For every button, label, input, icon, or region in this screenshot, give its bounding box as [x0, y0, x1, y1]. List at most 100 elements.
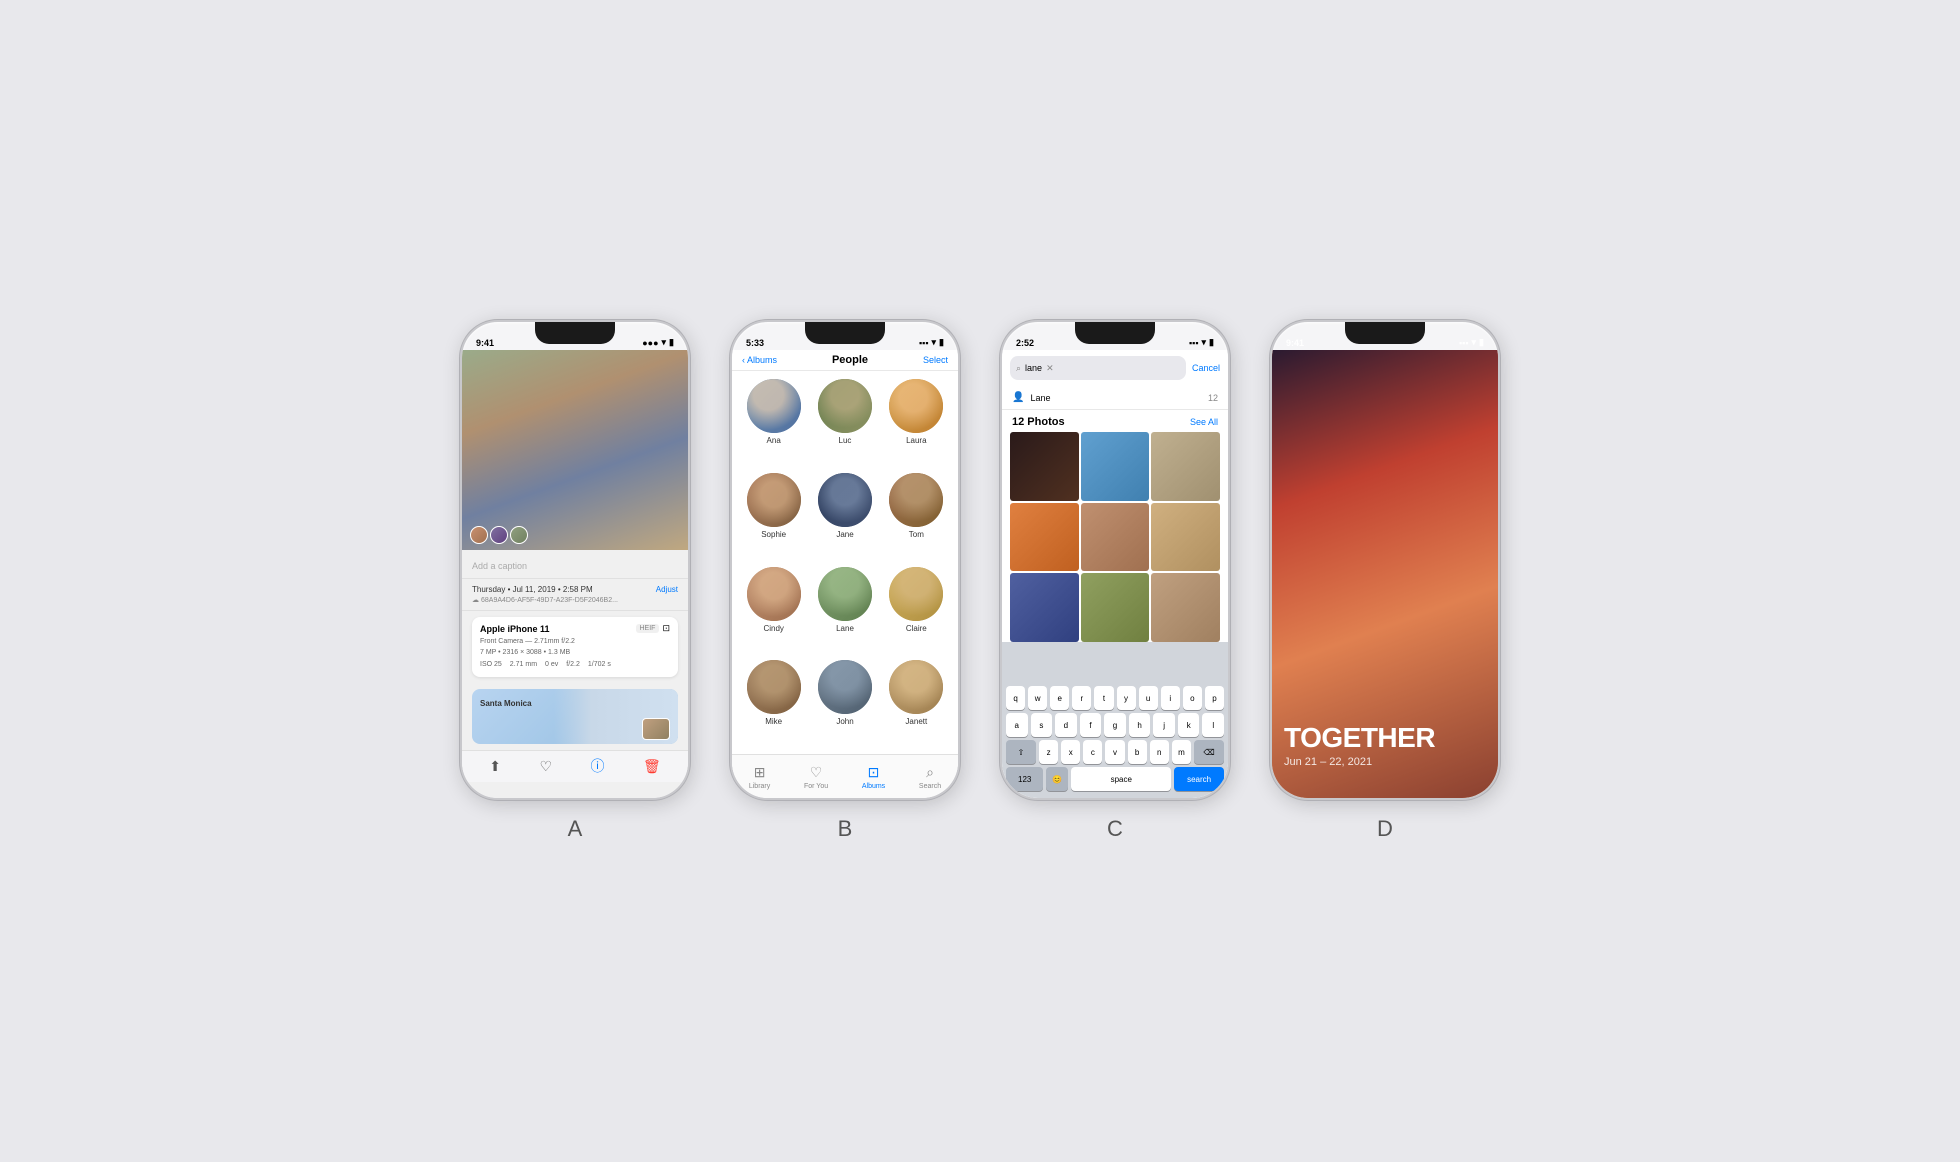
key-r[interactable]: r	[1072, 686, 1091, 710]
key-c[interactable]: c	[1083, 740, 1102, 764]
person-tom[interactable]: Tom	[885, 473, 948, 559]
phone-a: 9:41 ●●● ▾ ▮ Add a caption	[460, 320, 690, 800]
key-delete[interactable]: ⌫	[1194, 740, 1224, 764]
key-y[interactable]: y	[1117, 686, 1136, 710]
photo-thumb-9[interactable]	[1151, 573, 1220, 642]
key-z[interactable]: z	[1039, 740, 1058, 764]
key-123[interactable]: 123	[1006, 767, 1043, 791]
tab-search[interactable]: ⌕ Search	[919, 764, 941, 790]
person-sophie[interactable]: Sophie	[742, 473, 805, 559]
key-o[interactable]: o	[1183, 686, 1202, 710]
photo-thumb-8[interactable]	[1081, 573, 1150, 642]
phone-a-wrapper: 9:41 ●●● ▾ ▮ Add a caption	[460, 320, 690, 842]
key-space[interactable]: space	[1071, 767, 1171, 791]
person-jane[interactable]: Jane	[813, 473, 876, 559]
together-date: Jun 21 – 22, 2021	[1284, 756, 1486, 768]
person-luc[interactable]: Luc	[813, 379, 876, 465]
person-name-luc: Luc	[839, 436, 852, 445]
tab-albums-label: Albums	[862, 783, 885, 790]
key-e[interactable]: e	[1050, 686, 1069, 710]
key-t[interactable]: t	[1094, 686, 1113, 710]
key-n[interactable]: n	[1150, 740, 1169, 764]
photo-thumb-5[interactable]	[1081, 503, 1150, 572]
key-emoji[interactable]: 😊	[1046, 767, 1068, 791]
person-name-john: John	[836, 717, 853, 726]
person-name-sophie: Sophie	[761, 530, 786, 539]
nav-action-b[interactable]: Select	[923, 355, 948, 365]
phone-c: 2:52 ▪▪▪ ▾ ▮ ⌕ lane ✕ Cancel	[1000, 320, 1230, 800]
trash-icon[interactable]: 🗑	[643, 758, 661, 775]
person-lane[interactable]: Lane	[813, 567, 876, 653]
share-icon[interactable]: ⬆	[489, 758, 501, 775]
person-name-cindy: Cindy	[763, 624, 783, 633]
key-v[interactable]: v	[1105, 740, 1124, 764]
nav-back-b[interactable]: ‹ Albums	[742, 355, 777, 365]
toolbar-a: ⬆ ♡ ⓘ 🗑	[462, 750, 688, 782]
photo-thumb-3[interactable]	[1151, 432, 1220, 501]
phone-d-label: D	[1377, 816, 1393, 842]
key-b[interactable]: b	[1128, 740, 1147, 764]
key-s[interactable]: s	[1031, 713, 1053, 737]
search-suggestion-row[interactable]: 👤 Lane 12	[1002, 386, 1228, 410]
key-g[interactable]: g	[1104, 713, 1126, 737]
key-shift[interactable]: ⇧	[1006, 740, 1036, 764]
signal-icon-b: ▪▪▪	[919, 338, 929, 348]
person-name-laura: Laura	[906, 436, 926, 445]
photos-count-title: 12 Photos	[1012, 416, 1065, 428]
battery-icon-b: ▮	[939, 337, 944, 348]
photo-thumb-2[interactable]	[1081, 432, 1150, 501]
device-format: HEIF	[636, 624, 660, 633]
phone-a-label: A	[568, 816, 583, 842]
search-input-wrap[interactable]: ⌕ lane ✕	[1010, 356, 1186, 380]
screen-a: Add a caption Thursday • Jul 11, 2019 • …	[462, 350, 688, 798]
signal-icon: ●●●	[642, 338, 658, 348]
info-icon[interactable]: ⓘ	[590, 756, 604, 776]
person-laura[interactable]: Laura	[885, 379, 948, 465]
device-title-row: Apple iPhone 11 HEIF ⊡	[480, 623, 670, 634]
heart-icon[interactable]: ♡	[539, 758, 552, 775]
key-f[interactable]: f	[1080, 713, 1102, 737]
phone-d-wrapper: 9:41 ▪▪▪ ▾ ▮ TOGETHER Jun 21 – 22, 2021 …	[1270, 320, 1500, 842]
photo-area	[462, 350, 688, 550]
key-d[interactable]: d	[1055, 713, 1077, 737]
tab-albums[interactable]: ⊡ Albums	[862, 764, 885, 790]
person-john[interactable]: John	[813, 660, 876, 746]
tab-library[interactable]: ⊞ Library	[749, 764, 770, 790]
photos-section-header: 12 Photos See All	[1002, 410, 1228, 432]
person-ana[interactable]: Ana	[742, 379, 805, 465]
shutter-val: 1/702 s	[588, 660, 611, 671]
search-clear-button[interactable]: ✕	[1046, 363, 1054, 374]
person-claire[interactable]: Claire	[885, 567, 948, 653]
caption-area[interactable]: Add a caption	[462, 550, 688, 579]
photo-thumb-4[interactable]	[1010, 503, 1079, 572]
photo-thumb-1[interactable]	[1010, 432, 1079, 501]
person-cindy[interactable]: Cindy	[742, 567, 805, 653]
see-all-button[interactable]: See All	[1190, 417, 1218, 427]
tab-foryou[interactable]: ♡ For You	[804, 764, 828, 790]
key-j[interactable]: j	[1153, 713, 1175, 737]
key-w[interactable]: w	[1028, 686, 1047, 710]
key-h[interactable]: h	[1129, 713, 1151, 737]
search-cancel-button[interactable]: Cancel	[1192, 363, 1220, 373]
albums-icon: ⊡	[868, 764, 880, 781]
person-janett[interactable]: Janett	[885, 660, 948, 746]
key-k[interactable]: k	[1178, 713, 1200, 737]
photo-thumb-6[interactable]	[1151, 503, 1220, 572]
key-a[interactable]: a	[1006, 713, 1028, 737]
key-q[interactable]: q	[1006, 686, 1025, 710]
photo-thumb-7[interactable]	[1010, 573, 1079, 642]
back-chevron: ‹	[742, 355, 745, 365]
key-p[interactable]: p	[1205, 686, 1224, 710]
key-x[interactable]: x	[1061, 740, 1080, 764]
key-m[interactable]: m	[1172, 740, 1191, 764]
map-area[interactable]: Santa Monica	[472, 689, 678, 744]
key-i[interactable]: i	[1161, 686, 1180, 710]
key-u[interactable]: u	[1139, 686, 1158, 710]
status-time-a: 9:41	[476, 338, 494, 348]
key-l[interactable]: l	[1202, 713, 1224, 737]
device-name: Apple iPhone 11	[480, 624, 550, 634]
person-mike[interactable]: Mike	[742, 660, 805, 746]
key-search[interactable]: search	[1174, 767, 1224, 791]
wifi-icon: ▾	[662, 337, 667, 348]
adjust-button[interactable]: Adjust	[656, 585, 678, 594]
